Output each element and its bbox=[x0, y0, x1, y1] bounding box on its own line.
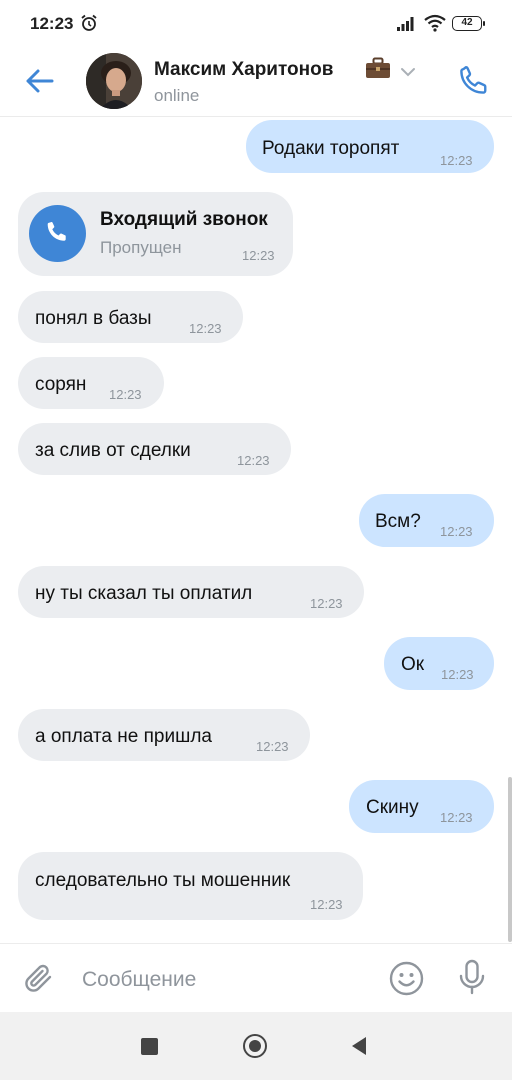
triangle-left-icon bbox=[352, 1037, 366, 1055]
message-time: 12:23 bbox=[242, 248, 275, 263]
message-text: Ок bbox=[401, 654, 425, 675]
contact-status: online bbox=[154, 86, 200, 105]
message-incoming[interactable]: а оплата не пришла 12:23 bbox=[18, 709, 310, 761]
microphone-icon[interactable] bbox=[458, 959, 486, 1002]
message-time: 12:23 bbox=[440, 810, 473, 825]
message-composer bbox=[0, 943, 512, 1012]
contact-name[interactable]: Максим Харитонов bbox=[154, 59, 333, 81]
message-time: 12:23 bbox=[310, 596, 343, 611]
message-incoming[interactable]: за слив от сделки 12:23 bbox=[18, 423, 291, 475]
paperclip-icon[interactable] bbox=[24, 962, 56, 1001]
emoji-icon[interactable] bbox=[389, 961, 424, 1001]
call-title: Входящий звонок bbox=[100, 209, 268, 230]
wifi-icon bbox=[424, 14, 446, 37]
message-time: 12:23 bbox=[441, 667, 474, 682]
message-time: 12:23 bbox=[256, 739, 289, 754]
call-icon-circle[interactable] bbox=[29, 205, 86, 262]
message-outgoing[interactable]: Родаки торопят 12:23 bbox=[246, 120, 494, 173]
home-button[interactable] bbox=[243, 1034, 267, 1058]
message-outgoing[interactable]: Скину 12:23 bbox=[349, 780, 494, 833]
status-time: 12:23 bbox=[30, 14, 74, 33]
message-incoming[interactable]: следовательно ты мошенник 12:23 bbox=[18, 852, 363, 920]
message-time: 12:23 bbox=[440, 524, 473, 539]
back-button[interactable] bbox=[22, 64, 58, 98]
status-bar: 12:23 42 bbox=[0, 0, 512, 48]
scrollbar[interactable] bbox=[508, 777, 512, 942]
message-time: 12:23 bbox=[310, 897, 343, 912]
message-text: сорян bbox=[35, 374, 87, 395]
signal-icon bbox=[397, 17, 417, 36]
message-incoming[interactable]: сорян 12:23 bbox=[18, 357, 164, 409]
message-input[interactable] bbox=[80, 962, 374, 998]
phone-icon bbox=[47, 222, 66, 241]
message-time: 12:23 bbox=[440, 153, 473, 168]
message-incoming[interactable]: ну ты сказал ты оплатил 12:23 bbox=[18, 566, 364, 618]
missed-call-message[interactable]: Входящий звонок Пропущен 12:23 bbox=[18, 192, 293, 276]
message-outgoing[interactable]: Всм? 12:23 bbox=[359, 494, 494, 547]
message-list[interactable]: Родаки торопят 12:23 Входящий звонок Про… bbox=[0, 117, 512, 943]
message-text: Всм? bbox=[375, 511, 421, 532]
recents-button[interactable] bbox=[141, 1038, 158, 1055]
message-text: Родаки торопят bbox=[262, 138, 400, 159]
chevron-down-icon[interactable] bbox=[400, 64, 416, 82]
message-time: 12:23 bbox=[189, 321, 222, 336]
phone-icon bbox=[460, 66, 487, 94]
message-text: Скину bbox=[366, 797, 419, 818]
message-text: а оплата не пришла bbox=[35, 726, 212, 747]
message-outgoing[interactable]: Ок 12:23 bbox=[384, 637, 494, 690]
message-text: за слив от сделки bbox=[35, 440, 191, 461]
message-text: понял в базы bbox=[35, 308, 152, 329]
back-triangle-button[interactable] bbox=[350, 1036, 368, 1061]
chat-header: Максим Харитонов online bbox=[0, 48, 512, 117]
avatar[interactable] bbox=[86, 53, 142, 109]
briefcase-icon bbox=[365, 56, 391, 85]
arrow-left-icon bbox=[26, 69, 54, 93]
message-text: следовательно ты мошенник bbox=[35, 870, 291, 891]
message-time: 12:23 bbox=[237, 453, 270, 468]
battery-indicator: 42 bbox=[452, 16, 485, 31]
alarm-clock-icon bbox=[80, 14, 98, 37]
call-button[interactable] bbox=[456, 62, 492, 98]
system-navigation-bar bbox=[0, 1012, 512, 1080]
message-text: ну ты сказал ты оплатил bbox=[35, 583, 253, 604]
call-status: Пропущен bbox=[100, 238, 182, 257]
message-incoming[interactable]: понял в базы 12:23 bbox=[18, 291, 243, 343]
message-time: 12:23 bbox=[109, 387, 142, 402]
